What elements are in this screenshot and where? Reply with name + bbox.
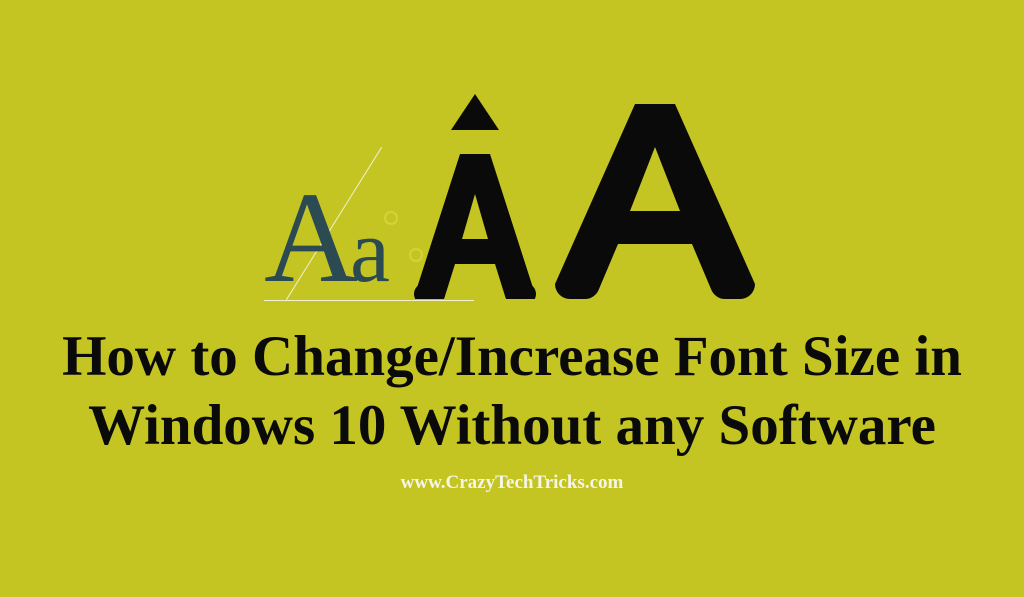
bold-a-large-icon	[550, 99, 760, 303]
accent-dot-icon	[384, 211, 398, 225]
serif-capital-a: A	[264, 173, 358, 303]
serif-letters-group: A a	[264, 173, 390, 303]
bold-a-medium-icon	[410, 99, 540, 303]
triangle-up-icon	[451, 94, 499, 130]
font-size-graphic: A a	[264, 103, 760, 303]
article-title: How to Change/Increase Font Size in Wind…	[62, 323, 962, 460]
website-url: www.CrazyTechTricks.com	[401, 472, 624, 494]
banner-container: A a How to Change/Increase Font Size in …	[0, 0, 1024, 597]
